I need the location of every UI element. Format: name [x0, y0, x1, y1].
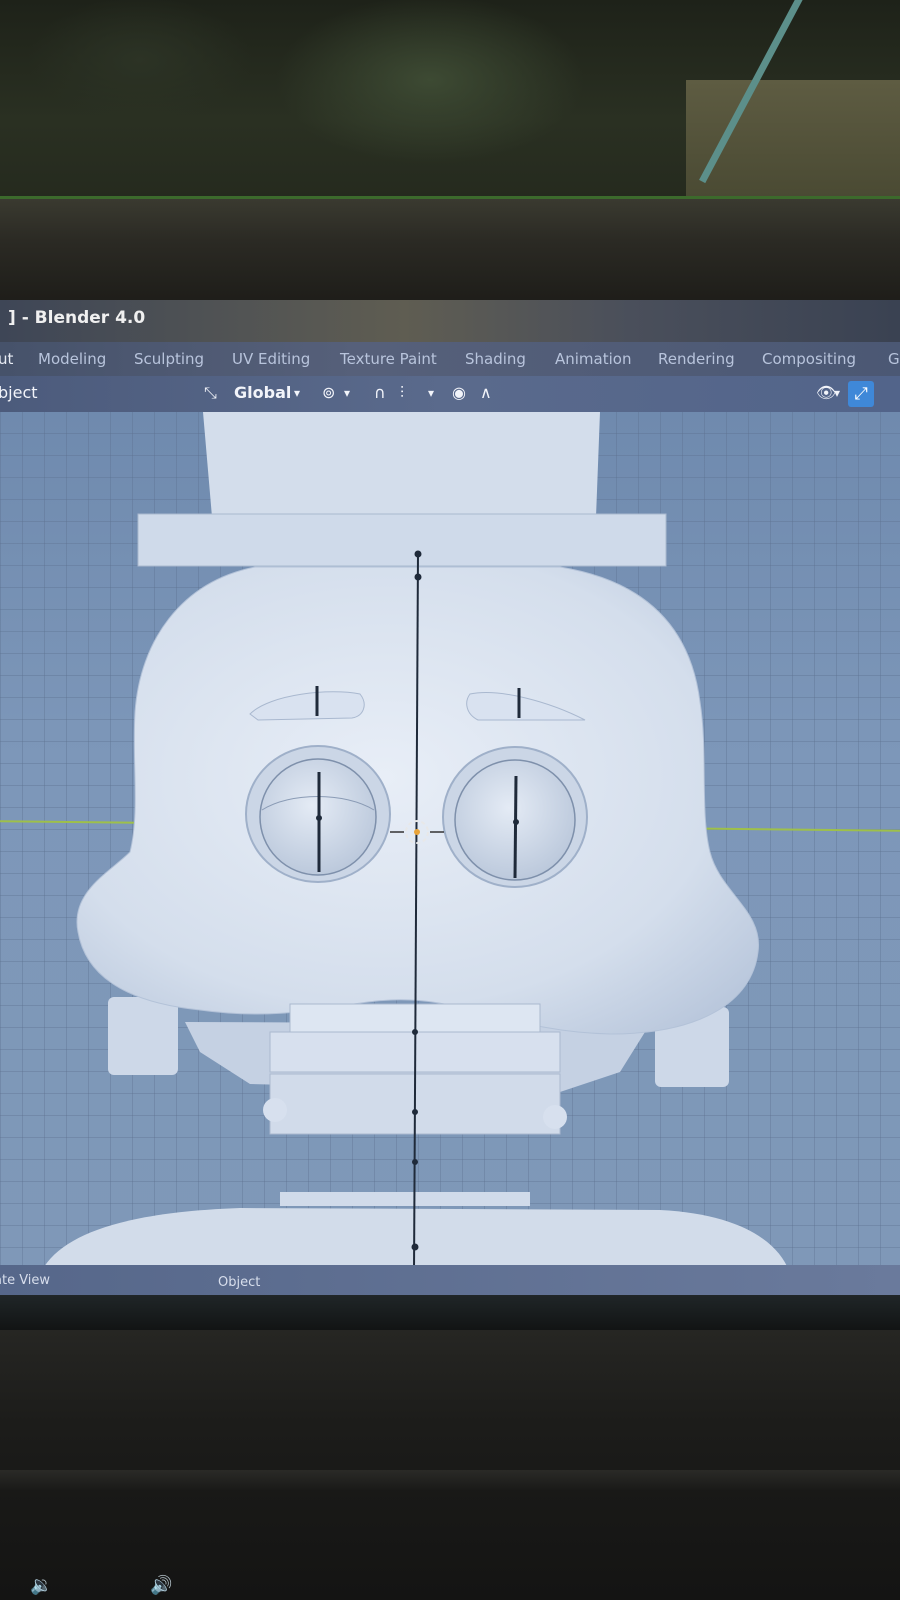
chevron-down-icon[interactable]: ▾ — [294, 386, 300, 400]
snap-magnet-icon[interactable]: ∩ — [374, 383, 386, 402]
status-object-label: Object — [218, 1275, 261, 1290]
laptop-hinge — [0, 1470, 900, 1490]
workspace-tabs: ut Modeling Sculpting UV Editing Texture… — [0, 342, 900, 376]
tab-modeling[interactable]: Modeling — [38, 350, 106, 368]
laptop-bezel-top — [0, 196, 900, 473]
volume-up-icon: 🔊 — [150, 1575, 173, 1596]
chevron-down-icon[interactable]: ▾ — [344, 386, 350, 400]
laptop-screen: ] - Blender 4.0 ut Modeling Sculpting UV… — [0, 300, 900, 1330]
viewport-header: bject ⤡ Global ▾ ⊚ ▾ ∩ ⫶ ▾ ◉ ∧ 👁 ▾ ⤢ — [0, 376, 900, 412]
orientation-dropdown[interactable]: Global — [234, 383, 291, 402]
title-bar: ] - Blender 4.0 — [0, 300, 900, 342]
screen-edge — [0, 1295, 900, 1330]
mode-selector[interactable]: bject — [0, 383, 38, 402]
tab-layout[interactable]: ut — [0, 350, 13, 368]
gizmo-toggle-icon[interactable]: ⤢ — [848, 381, 874, 407]
top-hat[interactable] — [137, 412, 667, 567]
3d-viewport[interactable] — [0, 412, 900, 1274]
tab-geometry-nodes[interactable]: G — [888, 350, 900, 368]
falloff-curve-icon[interactable]: ∧ — [480, 383, 492, 402]
chevron-down-icon[interactable]: ▾ — [834, 386, 840, 400]
tab-animation[interactable]: Animation — [555, 350, 631, 368]
proportional-edit-icon[interactable]: ◉ — [452, 383, 466, 402]
laptop-bezel-bottom — [0, 1330, 900, 1600]
window-title: ] - Blender 4.0 — [8, 308, 146, 328]
tab-shading[interactable]: Shading — [465, 350, 526, 368]
chevron-down-icon[interactable]: ▾ — [428, 386, 434, 400]
tab-texture-paint[interactable]: Texture Paint — [340, 350, 437, 368]
status-hint: ate View — [0, 1273, 51, 1288]
tab-sculpting[interactable]: Sculpting — [134, 350, 204, 368]
desk-object — [686, 80, 900, 198]
character-mesh[interactable] — [0, 412, 900, 1274]
tab-uv-editing[interactable]: UV Editing — [232, 350, 310, 368]
transform-orientation-icon[interactable]: ⤡ — [204, 383, 217, 403]
volume-down-icon: 🔉 — [30, 1575, 53, 1596]
tab-compositing[interactable]: Compositing — [762, 350, 856, 368]
tab-rendering[interactable]: Rendering — [658, 350, 735, 368]
status-bar: ate View Object — [0, 1265, 900, 1295]
snap-target-icon[interactable]: ⫶ — [400, 383, 404, 403]
pivot-point-icon[interactable]: ⊚ — [322, 383, 335, 402]
keyboard-row: 🔉 🔊 — [0, 1575, 900, 1600]
